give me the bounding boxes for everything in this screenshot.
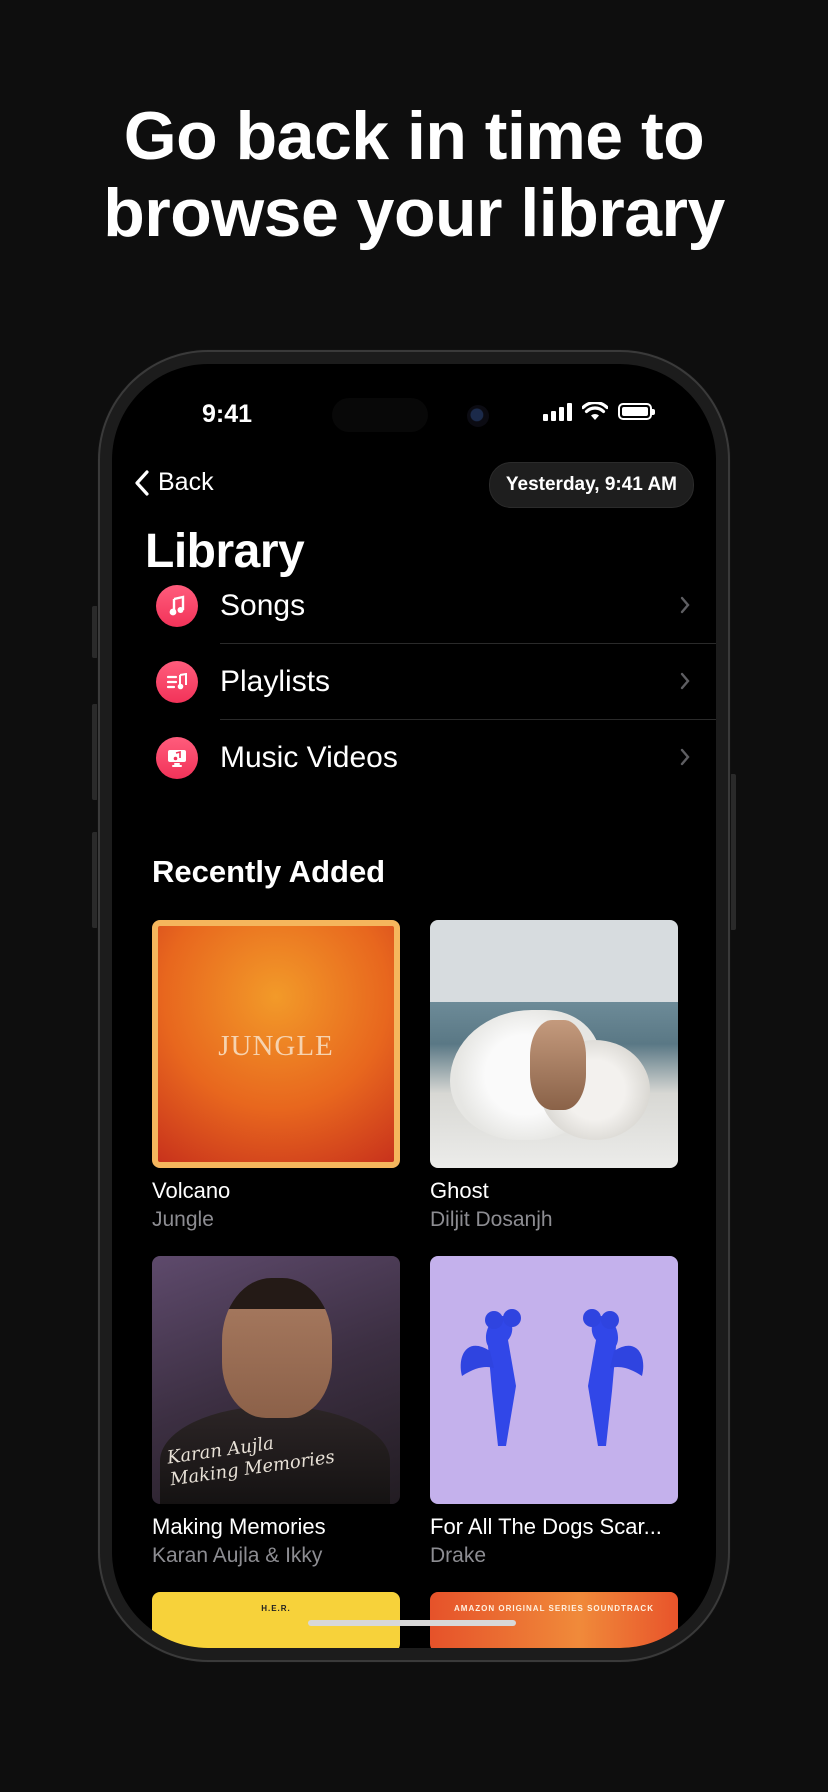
album-cover [430,920,678,1168]
album-card-making-memories[interactable]: Karan Aujla Making Memories Making Memori… [152,1256,400,1568]
album-artist: Drake [430,1544,487,1567]
album-title: For All The Dogs Scar... [430,1514,662,1539]
music-note-icon [156,585,198,627]
chevron-left-icon [135,469,149,496]
cover-text: AMAZON ORIGINAL SERIES SOUNDTRACK [454,1604,654,1613]
album-cover: Karan Aujla Making Memories [152,1256,400,1504]
headline: Go back in time to browse your library [0,98,828,252]
library-item-label: Songs [220,589,306,622]
camera-icon [467,405,489,427]
playlist-icon [156,661,198,703]
library-menu: Songs Playlists Music Videos [156,568,716,796]
dynamic-island [332,398,428,432]
chevron-right-icon [680,748,690,766]
power-button [730,774,736,930]
wifi-icon [582,402,608,420]
angel-figure [460,1309,521,1446]
cover-text: H.E.R. [261,1604,291,1613]
back-button[interactable]: Back [134,468,214,497]
chevron-right-icon [680,596,690,614]
album-card-volcano[interactable]: JUNGLE Volcano Jungle [152,920,400,1232]
battery-icon [618,403,655,420]
chevron-right-icon [680,672,690,690]
phone-screen: 9:41 Back Yesterday, 9:41 AM Library Son… [112,364,716,1648]
cellular-signal-icon [543,402,572,421]
library-item-music-videos[interactable]: Music Videos [156,720,716,796]
back-label: Back [158,468,214,496]
album-cover: JUNGLE [152,920,400,1168]
headline-line-1: Go back in time to [123,98,705,174]
album-card-ghost[interactable]: Ghost Diljit Dosanjh [430,920,678,1232]
status-icons [543,402,655,421]
angel-figure [583,1309,644,1446]
album-artist: Karan Aujla & Ikky [152,1544,323,1567]
recently-added-heading: Recently Added [152,854,386,889]
album-artist: Diljit Dosanjh [430,1208,553,1231]
music-video-icon [156,737,198,779]
home-indicator[interactable] [308,1620,516,1626]
library-item-playlists[interactable]: Playlists [156,644,716,720]
status-time: 9:41 [202,400,253,428]
headline-line-2: browse your library [103,175,725,251]
album-title: Making Memories [152,1514,326,1539]
library-item-label: Playlists [220,665,331,698]
library-item-label: Music Videos [220,741,398,774]
app-store-screenshot: Go back in time to browse your library 9… [0,0,828,1792]
date-pill[interactable]: Yesterday, 9:41 AM [488,462,694,508]
library-item-songs[interactable]: Songs [156,568,716,644]
cover-text: JUNGLE [218,1030,334,1062]
album-cover [430,1256,678,1504]
album-artist: Jungle [152,1208,214,1231]
album-card-for-all-the-dogs[interactable]: For All The Dogs Scar... Drake [430,1256,678,1568]
album-title: Volcano [152,1178,231,1203]
album-title: Ghost [430,1178,489,1203]
